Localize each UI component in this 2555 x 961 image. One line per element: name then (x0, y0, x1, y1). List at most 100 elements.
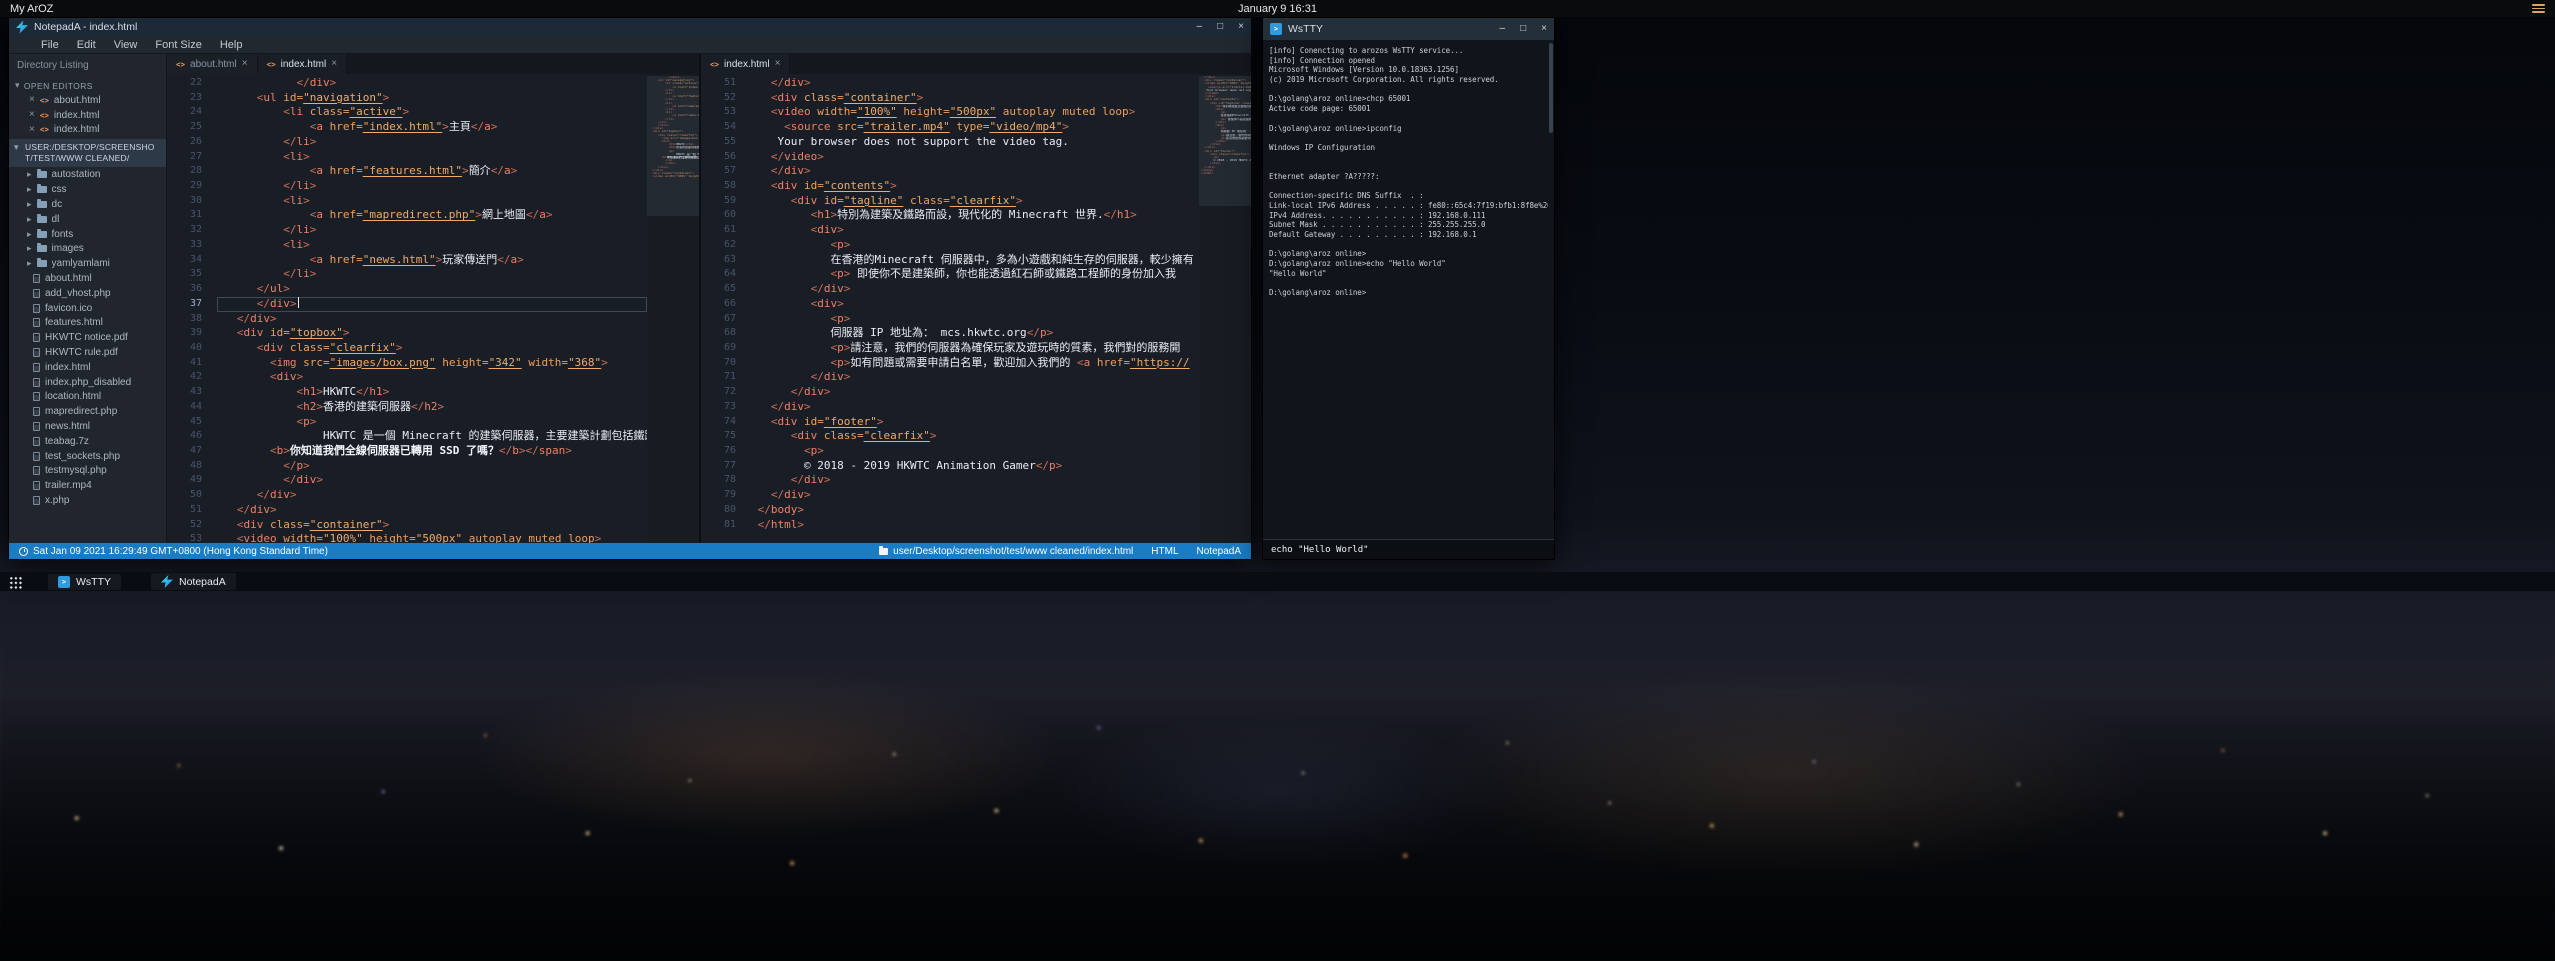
code-line[interactable]: <div class="clearfix"> (751, 429, 1199, 444)
open-editor-item[interactable]: ×<>about.html (9, 93, 166, 108)
code-line[interactable]: <li> (217, 238, 647, 253)
file-item[interactable]: HKWTC rule.pdf (9, 345, 166, 360)
code-line[interactable]: </div> (217, 503, 647, 518)
code-line[interactable]: <h1>HKWTC</h1> (217, 385, 647, 400)
close-icon[interactable]: × (29, 110, 35, 120)
code-line[interactable]: </div> (217, 488, 647, 503)
close-icon[interactable]: × (29, 95, 35, 105)
folder-item[interactable]: ▸css (9, 182, 166, 197)
code-line[interactable]: </p> (217, 459, 647, 474)
close-icon[interactable]: × (242, 59, 248, 69)
code-line[interactable]: </div> (217, 473, 647, 488)
code-area[interactable]: </div> <div class="container"> <video wi… (743, 74, 1199, 543)
minimap-viewport[interactable] (647, 76, 699, 216)
code-line[interactable]: <ul id="navigation"> (217, 91, 647, 106)
code-line[interactable]: <div id="contents"> (751, 179, 1199, 194)
file-item[interactable]: features.html (9, 315, 166, 330)
file-item[interactable]: favicon.ico (9, 301, 166, 316)
code-line[interactable]: <b>你知道我們全線伺服器已轉用 SSD 了嗎？</b></span> (217, 444, 647, 459)
code-line[interactable]: </div> (217, 297, 647, 312)
hamburger-menu-icon[interactable] (2532, 4, 2545, 13)
maximize-button[interactable]: □ (1217, 22, 1223, 32)
taskbar-item-notepada[interactable]: NotepadA (151, 573, 236, 590)
code-line[interactable]: <h1>特別為建築及鐵路而設，現代化的 Minecraft 世界.</h1> (751, 208, 1199, 223)
file-item[interactable]: test_sockets.php (9, 449, 166, 464)
tab-index.html[interactable]: <>index.html× (258, 54, 347, 74)
file-item[interactable]: about.html (9, 271, 166, 286)
minimap[interactable]: </div> <ul id="navigation"> <li class="a… (647, 74, 699, 543)
folder-item[interactable]: ▸fonts (9, 227, 166, 242)
code-line[interactable]: </div> (217, 312, 647, 327)
tab-index.html[interactable]: <>index.html× (701, 54, 790, 74)
code-line[interactable]: </body> (751, 503, 1199, 518)
maximize-button[interactable]: □ (1520, 24, 1526, 34)
menu-edit[interactable]: Edit (69, 37, 104, 53)
file-item[interactable]: HKWTC notice.pdf (9, 330, 166, 345)
code-line[interactable]: <p> (751, 444, 1199, 459)
file-item[interactable]: index.php_disabled (9, 375, 166, 390)
file-item[interactable]: mapredirect.php (9, 404, 166, 419)
menu-help[interactable]: Help (212, 37, 251, 53)
file-item[interactable]: index.html (9, 360, 166, 375)
code-line[interactable]: <a href="index.html">主頁</a> (217, 120, 647, 135)
code-line[interactable]: <video width="100%" height="500px" autop… (217, 532, 647, 543)
code-line[interactable]: <div> (751, 297, 1199, 312)
code-line[interactable]: <p>請注意，我們的伺服器為確保玩家及遊玩時的質素，我們對的服務開 (751, 341, 1199, 356)
code-line[interactable]: <h2>香港的建築伺服器</h2> (217, 400, 647, 415)
code-line[interactable]: <div id="footer"> (751, 415, 1199, 430)
code-line[interactable]: <li> (217, 150, 647, 165)
code-line[interactable]: </video> (751, 150, 1199, 165)
code-line[interactable]: <div> (751, 223, 1199, 238)
code-line[interactable]: <div> (217, 370, 647, 385)
code-line[interactable]: <a href="news.html">玩家傳送門</a> (217, 253, 647, 268)
code-line[interactable]: <div id="topbox"> (217, 326, 647, 341)
code-line[interactable]: </li> (217, 135, 647, 150)
code-line[interactable]: <p> 即使你不是建築師，你也能透過紅石師或鐵路工程師的身份加入我 (751, 267, 1199, 282)
tab-about.html[interactable]: <>about.html× (167, 54, 258, 74)
code-line[interactable]: HKWTC 是一個 Minecraft 的建築伺服器，主要建築計劃包括鐵路 (217, 429, 647, 444)
code-line[interactable]: </div> (751, 76, 1199, 91)
file-item[interactable]: add_vhost.php (9, 286, 166, 301)
code-line[interactable]: </li> (217, 223, 647, 238)
code-line[interactable]: </li> (217, 267, 647, 282)
workspace-folder-header[interactable]: ▾ USER:/DESKTOP/SCREENSHOT/TEST/WWW CLEA… (9, 139, 166, 167)
scrollbar-thumb[interactable] (1549, 43, 1553, 133)
open-editor-item[interactable]: ×<>index.html (9, 108, 166, 123)
code-line[interactable]: <a href="features.html">簡介</a> (217, 164, 647, 179)
code-line[interactable]: <li class="active"> (217, 105, 647, 120)
code-line[interactable]: <div class="container"> (751, 91, 1199, 106)
minimize-button[interactable]: – (1500, 24, 1506, 34)
file-item[interactable]: news.html (9, 419, 166, 434)
code-line[interactable]: <div id="tagline" class="clearfix"> (751, 194, 1199, 209)
close-icon[interactable]: × (775, 59, 781, 69)
file-item[interactable]: trailer.mp4 (9, 478, 166, 493)
open-editors-section[interactable]: ▾ OPEN EDITORS (9, 78, 166, 93)
code-line[interactable]: </div> (751, 400, 1199, 415)
code-line[interactable]: <div class="clearfix"> (217, 341, 647, 356)
minimize-button[interactable]: – (1197, 22, 1203, 32)
code-line[interactable]: <a href="mapredirect.php">網上地圖</a> (217, 208, 647, 223)
menu-file[interactable]: File (33, 37, 67, 53)
close-icon[interactable]: × (331, 59, 337, 69)
code-line[interactable]: <img src="images/box.png" height="342" w… (217, 356, 647, 371)
code-line[interactable]: </html> (751, 518, 1199, 533)
minimap-viewport[interactable] (1199, 76, 1251, 206)
code-line[interactable]: </ul> (217, 282, 647, 297)
code-line[interactable]: 在香港的Minecraft 伺服器中，多為小遊戲和純生存的伺服器，較少擁有 (751, 253, 1199, 268)
folder-item[interactable]: ▸autostation (9, 167, 166, 182)
statusbar-language-mode[interactable]: HTML (1151, 546, 1178, 557)
file-item[interactable]: teabag.7z (9, 434, 166, 449)
code-line[interactable]: <source src="trailer.mp4" type="video/mp… (751, 120, 1199, 135)
code-area[interactable]: </div> <ul id="navigation"> <li class="a… (209, 74, 647, 543)
open-editor-item[interactable]: ×<>index.html (9, 123, 166, 138)
code-line[interactable]: <li> (217, 194, 647, 209)
app-launcher-grid-icon[interactable] (8, 575, 22, 589)
code-line[interactable]: </div> (217, 76, 647, 91)
taskbar-item-wstty[interactable]: WsTTY (48, 574, 121, 590)
folder-item[interactable]: ▸yamlyamlami (9, 256, 166, 271)
close-button[interactable]: × (1238, 22, 1244, 32)
code-line[interactable]: </div> (751, 164, 1199, 179)
code-line[interactable]: 伺服器 IP 地址為： mcs.hkwtc.org</p> (751, 326, 1199, 341)
notepada-titlebar[interactable]: NotepadA - index.html – □ × (9, 18, 1251, 36)
folder-item[interactable]: ▸images (9, 241, 166, 256)
